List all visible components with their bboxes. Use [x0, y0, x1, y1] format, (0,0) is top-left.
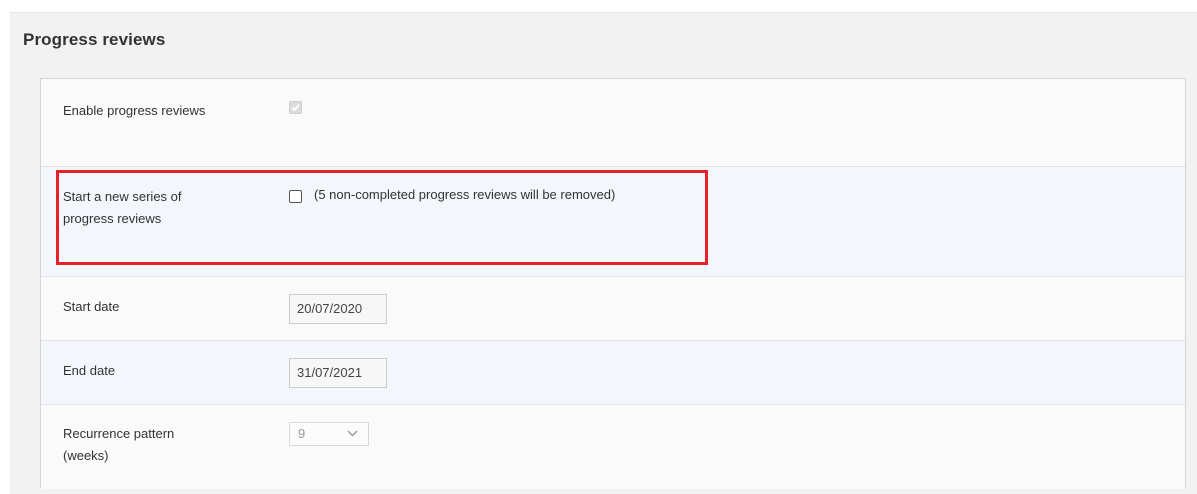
chevron-down-icon [347, 430, 358, 437]
check-icon [291, 104, 300, 112]
progress-reviews-form: Enable progress reviews Start a new seri… [40, 78, 1186, 489]
enable-checkbox[interactable] [289, 101, 302, 114]
new-series-label: Start a new series of progress reviews [63, 189, 182, 226]
form-row-new-series: Start a new series of progress reviews (… [41, 167, 1185, 277]
form-row-enable: Enable progress reviews [41, 79, 1185, 167]
start-date-label: Start date [63, 299, 120, 314]
recurrence-select[interactable]: 9 [289, 422, 369, 446]
section-title: Progress reviews [23, 30, 166, 49]
form-row-start-date: Start date 20/07/2020 [41, 277, 1185, 341]
form-row-end-date: End date 31/07/2021 [41, 341, 1185, 405]
end-date-input[interactable]: 31/07/2021 [289, 358, 387, 388]
form-row-recurrence: Recurrence pattern (weeks) 9 [41, 405, 1185, 489]
new-series-checkbox[interactable] [289, 190, 302, 203]
recurrence-label: Recurrence pattern (weeks) [63, 426, 175, 463]
end-date-label: End date [63, 363, 116, 378]
enable-label: Enable progress reviews [63, 103, 206, 118]
start-date-input[interactable]: 20/07/2020 [289, 294, 387, 324]
recurrence-selected-value: 9 [298, 426, 306, 441]
new-series-note: (5 non-completed progress reviews will b… [314, 187, 616, 202]
